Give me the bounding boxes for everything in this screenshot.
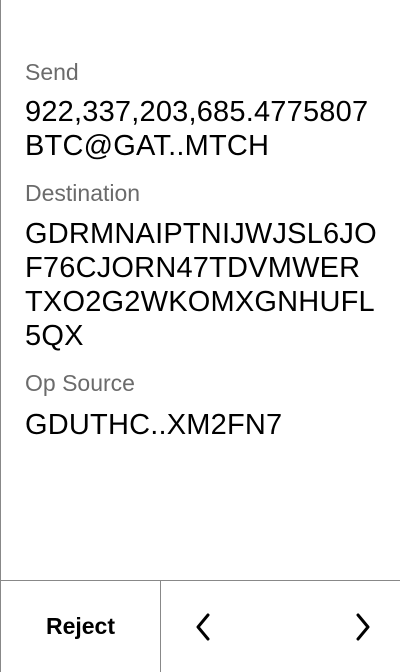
op-source-value: GDUTHC..XM2FN7 (25, 409, 283, 441)
device-screen: Send 922,337,203,685.4775807 BTC@GAT..MT… (0, 0, 400, 672)
destination-label: Destination (25, 180, 141, 206)
op-source-field: Op Source GDUTHC..XM2FN7 (25, 369, 377, 442)
chevron-left-icon[interactable] (193, 612, 213, 642)
send-field: Send 922,337,203,685.4775807 BTC@GAT..MT… (25, 58, 377, 163)
reject-button[interactable]: Reject (1, 581, 161, 672)
destination-value: GDRMNAIPTNIJWJSL6JOF76CJORN47TDVMWERTXO2… (25, 218, 377, 352)
page-navigation (161, 581, 400, 672)
chevron-right-icon[interactable] (353, 612, 373, 642)
send-value: 922,337,203,685.4775807 BTC@GAT..MTCH (25, 96, 369, 162)
op-source-label: Op Source (25, 370, 135, 396)
destination-field: Destination GDRMNAIPTNIJWJSL6JOF76CJORN4… (25, 179, 377, 353)
action-bar: Reject (1, 580, 400, 672)
send-label: Send (25, 59, 79, 85)
review-content: Send 922,337,203,685.4775807 BTC@GAT..MT… (25, 58, 377, 442)
